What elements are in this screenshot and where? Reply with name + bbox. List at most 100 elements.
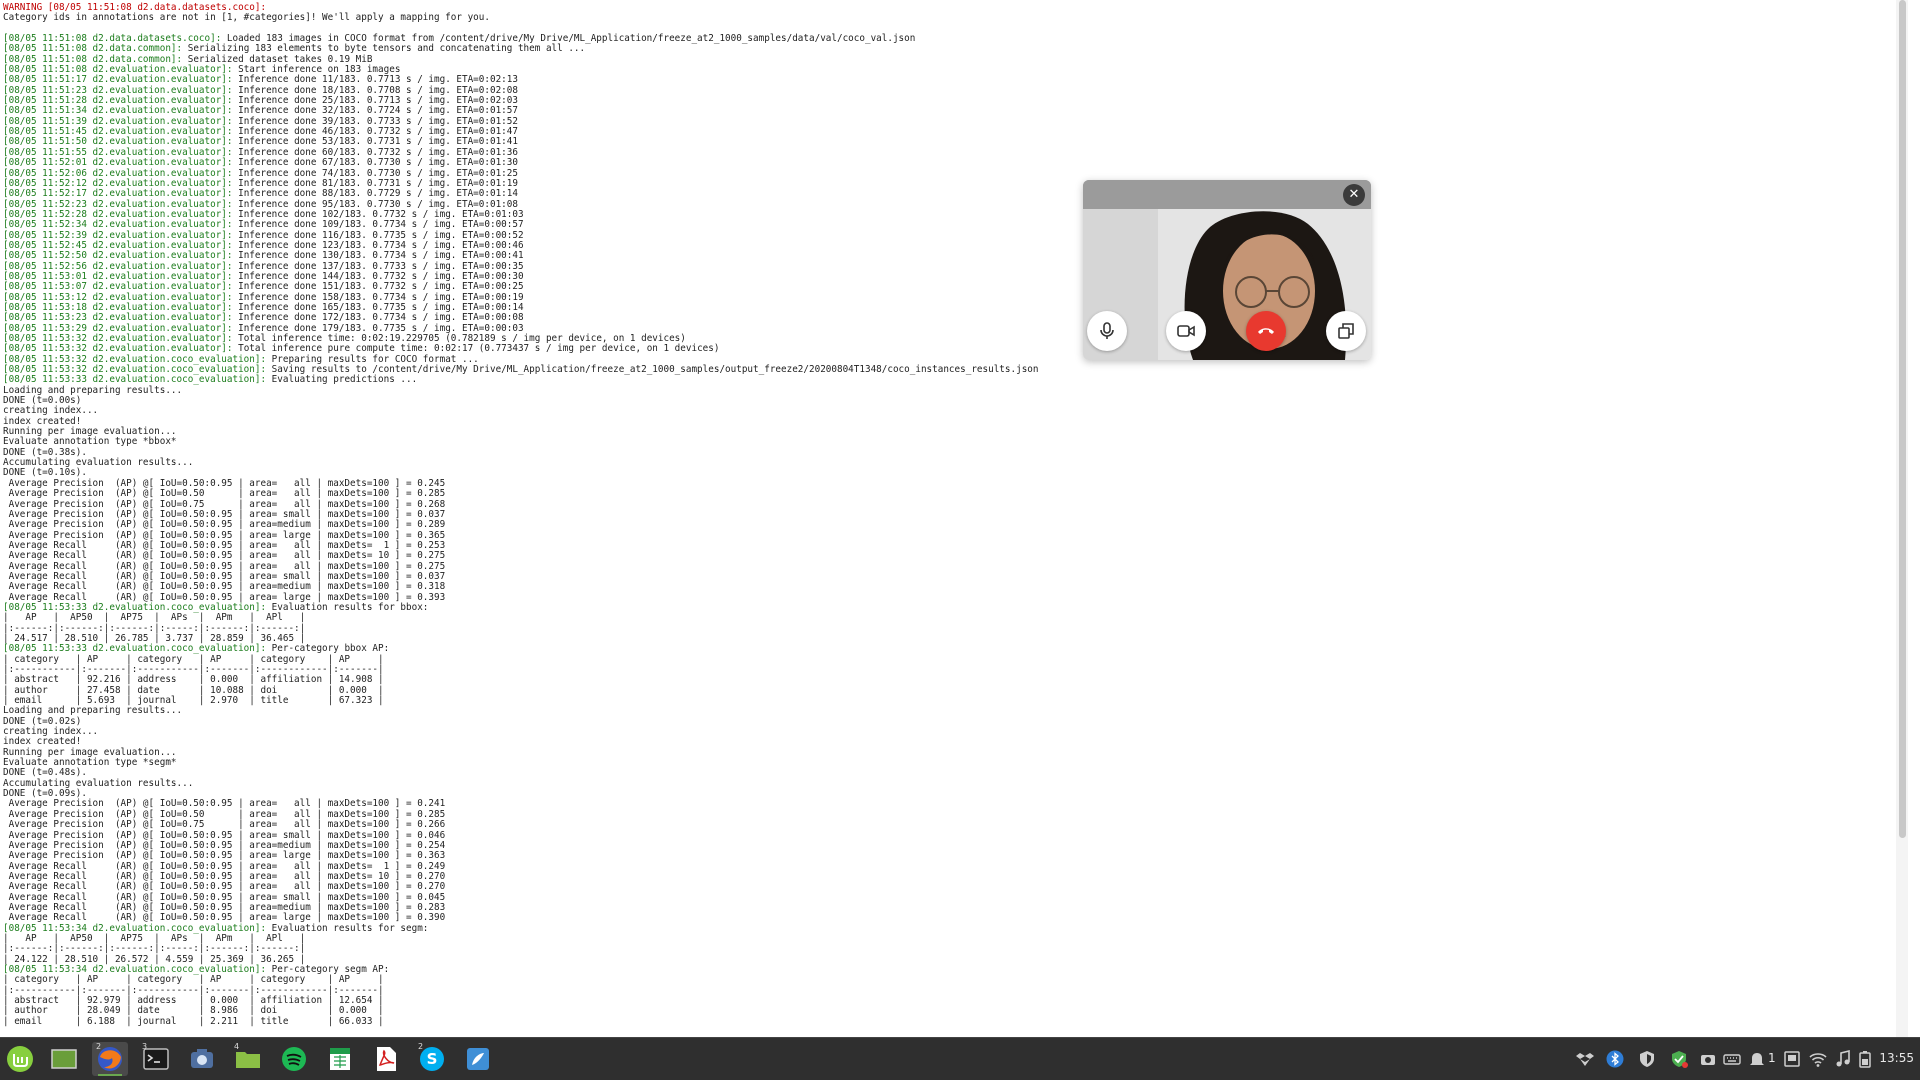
active-indicator: [98, 1074, 122, 1076]
log-text: | 24.122 | 28.510 | 26.572 | 4.559 | 25.…: [3, 953, 306, 965]
log-prefix: [08/05 11:51:55 d2.evaluation.evaluator]…: [3, 146, 233, 158]
clock: 13:55: [1879, 1051, 1914, 1065]
log-text: Saving results to /content/drive/My Driv…: [266, 364, 1039, 376]
log-line: DONE (t=0.02s): [3, 715, 1908, 727]
log-line: creating index...: [3, 406, 1908, 416]
log-prefix: [08/05 11:52:01 d2.evaluation.evaluator]…: [3, 157, 233, 169]
bluetooth-icon[interactable]: [1606, 1050, 1624, 1068]
log-line: index created!: [3, 416, 1908, 427]
log-text: Average Recall (AR) @[ IoU=0.50:0.95 | a…: [3, 870, 446, 882]
pop-out-button[interactable]: [1326, 311, 1366, 351]
toggle-camera-button[interactable]: [1166, 311, 1206, 351]
wifi-icon[interactable]: [1809, 1050, 1827, 1068]
log-text: Evaluating predictions ...: [266, 374, 418, 386]
video-call-titlebar[interactable]: [1083, 180, 1371, 209]
log-prefix: [08/05 11:51:34 d2.evaluation.evaluator]…: [3, 105, 233, 117]
screenshot-tool-launcher[interactable]: [184, 1042, 220, 1076]
log-text: |:------:|:------:|:------:|:-----:|:---…: [3, 622, 306, 634]
log-prefix: [08/05 11:53:32 d2.evaluation.evaluator]…: [3, 343, 233, 355]
log-text: Inference done 53/183. 0.7731 s / img. E…: [232, 136, 518, 148]
terminal-launcher[interactable]: 3: [138, 1042, 174, 1076]
log-line: | email | 6.188 | journal | 2.211 | titl…: [3, 1016, 1908, 1027]
keyboard-icon[interactable]: [1723, 1050, 1741, 1068]
show-desktop-button[interactable]: [46, 1042, 82, 1076]
log-text: Inference done 130/183. 0.7734 s / img. …: [232, 250, 524, 262]
firefox-icon: [98, 1047, 122, 1071]
text-editor-icon: [467, 1048, 489, 1070]
firefox-launcher[interactable]: 2: [92, 1042, 128, 1076]
log-prefix: [08/05 11:51:28 d2.evaluation.evaluator]…: [3, 95, 233, 107]
music-icon[interactable]: [1834, 1050, 1852, 1068]
log-text: Inference done 25/183. 0.7713 s / img. E…: [232, 95, 518, 107]
mute-microphone-button[interactable]: [1087, 311, 1127, 351]
log-text: Inference done 67/183. 0.7730 s / img. E…: [232, 157, 518, 169]
vpn-shield-icon[interactable]: [1638, 1050, 1656, 1068]
log-text: Inference done 60/183. 0.7732 s / img. E…: [232, 146, 518, 158]
log-text: DONE (t=0.02s): [3, 715, 82, 727]
log-line: | email | 5.693 | journal | 2.970 | titl…: [3, 695, 1908, 707]
log-text: Inference done 39/183. 0.7733 s / img. E…: [232, 115, 518, 127]
log-text: | email | 5.693 | journal | 2.970 | titl…: [3, 695, 384, 707]
linux-mint-logo-icon: [7, 1046, 33, 1072]
log-text: Total inference pure compute time: 0:02:…: [232, 343, 720, 355]
log-prefix: [08/05 11:51:50 d2.evaluation.evaluator]…: [3, 136, 233, 148]
log-text: Serializing 183 elements to byte tensors…: [182, 43, 586, 55]
log-text: Inference done 144/183. 0.7732 s / img. …: [232, 270, 524, 282]
skype-launcher[interactable]: 2 S: [414, 1042, 450, 1076]
start-menu-button[interactable]: [2, 1042, 38, 1076]
text-editor-launcher[interactable]: [460, 1042, 496, 1076]
log-text: Inference done 116/183. 0.7735 s / img. …: [232, 229, 524, 241]
pdf-viewer-launcher[interactable]: [368, 1042, 404, 1076]
log-text: | AP | AP50 | AP75 | APs | APm | APl |: [3, 932, 306, 944]
close-icon[interactable]: ✕: [1343, 184, 1365, 206]
taskbar: 2 3 4 2 S 1 13:55: [0, 1037, 1920, 1080]
screenshot-icon[interactable]: [1699, 1050, 1717, 1068]
log-text: Accumulating evaluation results...: [3, 457, 194, 469]
log-text: Loaded 183 images in COCO format from /c…: [221, 33, 916, 45]
microphone-icon: [1100, 322, 1114, 339]
log-line: Running per image evaluation...: [3, 747, 1908, 758]
log-text: | AP | AP50 | AP75 | APs | APm | APl |: [3, 612, 306, 624]
log-prefix: [08/05 11:51:08 d2.evaluation.evaluator]…: [3, 64, 233, 76]
camera-app-icon: [191, 1049, 213, 1068]
log-prefix: [08/05 11:53:18 d2.evaluation.evaluator]…: [3, 301, 233, 313]
file-manager-launcher[interactable]: 4: [230, 1042, 266, 1076]
log-prefix: [08/05 11:51:08 d2.data.datasets.coco]:: [3, 33, 222, 45]
video-call-overlay[interactable]: ✕: [1083, 180, 1371, 360]
scrollbar-thumb[interactable]: [1899, 0, 1906, 838]
log-text: Inference done 11/183. 0.7713 s / img. E…: [232, 74, 518, 86]
log-prefix: [08/05 11:52:39 d2.evaluation.evaluator]…: [3, 229, 233, 241]
log-prefix: [08/05 11:52:28 d2.evaluation.evaluator]…: [3, 208, 233, 220]
log-text: | category | AP | category | AP | catego…: [3, 653, 384, 665]
hang-up-button[interactable]: [1246, 311, 1286, 351]
log-text: Loading and preparing results...: [3, 705, 183, 717]
log-text: index created!: [3, 736, 82, 748]
log-text: Average Recall (AR) @[ IoU=0.50:0.95 | a…: [3, 891, 446, 903]
log-line: Accumulating evaluation results...: [3, 778, 1908, 789]
update-shield-icon[interactable]: [1670, 1050, 1688, 1068]
log-text: Evaluation results for bbox:: [266, 601, 429, 613]
battery-icon[interactable]: [1856, 1050, 1874, 1068]
log-text: Inference done 74/183. 0.7730 s / img. E…: [232, 167, 518, 179]
terminal-window[interactable]: WARNING [08/05 11:51:08 d2.data.datasets…: [0, 0, 1908, 1038]
dropbox-icon[interactable]: [1576, 1050, 1594, 1068]
log-line: DONE (t=0.48s).: [3, 768, 1908, 778]
log-text: | author | 27.458 | date | 10.088 | doi …: [3, 684, 384, 696]
log-prefix: [08/05 11:52:23 d2.evaluation.evaluator]…: [3, 198, 233, 210]
log-text: creating index...: [3, 726, 99, 738]
log-text: Average Precision (AP) @[ IoU=0.50:0.95 …: [3, 839, 446, 851]
folder-icon: [236, 1052, 260, 1068]
log-prefix: [08/05 11:53:33 d2.evaluation.coco_evalu…: [3, 643, 267, 655]
log-text: Average Recall (AR) @[ IoU=0.50:0.95 | a…: [3, 860, 446, 872]
log-text: Average Precision (AP) @[ IoU=0.50:0.95 …: [3, 508, 446, 520]
log-text: Average Recall (AR) @[ IoU=0.50:0.95 | a…: [3, 581, 446, 593]
display-icon[interactable]: [1783, 1050, 1801, 1068]
log-prefix: [08/05 11:53:32 d2.evaluation.coco_evalu…: [3, 364, 267, 376]
terminal-scrollbar[interactable]: [1896, 0, 1908, 1038]
notifications-icon[interactable]: [1748, 1050, 1766, 1068]
log-text: Inference done 102/183. 0.7732 s / img. …: [232, 208, 524, 220]
spreadsheet-launcher[interactable]: [322, 1042, 358, 1076]
log-text: Inference done 95/183. 0.7730 s / img. E…: [232, 198, 518, 210]
spotify-launcher[interactable]: [276, 1042, 312, 1076]
log-prefix: [08/05 11:51:45 d2.evaluation.evaluator]…: [3, 126, 233, 138]
